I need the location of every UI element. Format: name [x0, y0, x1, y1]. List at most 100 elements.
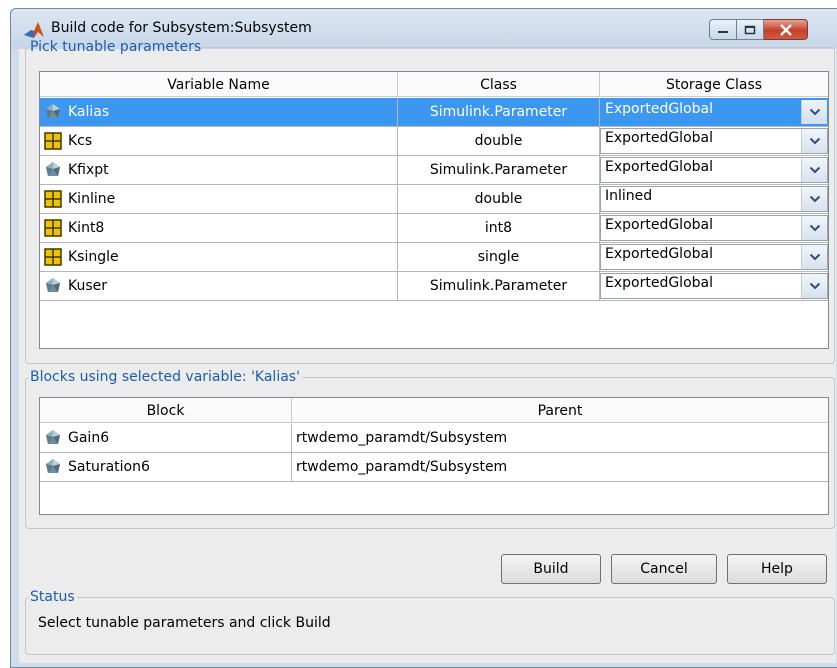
dropdown-arrow-button[interactable] [801, 274, 827, 298]
parameter-row[interactable]: Ksingle single ExportedGlobal [40, 243, 828, 272]
simulink-parameter-icon [40, 277, 68, 295]
class-cell: int8 [398, 214, 600, 242]
storage-class-value: Inlined [605, 188, 653, 204]
chevron-down-icon [809, 195, 820, 203]
parameter-row[interactable]: Kfixpt Simulink.Parameter ExportedGlobal [40, 156, 828, 185]
column-parent[interactable]: Parent [292, 398, 828, 423]
variable-name: Kinline [68, 191, 116, 207]
class-cell: Simulink.Parameter [398, 156, 600, 184]
storage-class-dropdown[interactable]: ExportedGlobal [600, 244, 828, 270]
matrix-variable-icon [40, 132, 68, 150]
close-button[interactable] [764, 19, 808, 40]
parameter-row[interactable]: Kalias Simulink.Parameter ExportedGlobal [40, 98, 828, 127]
dialog-content: Pick tunable parameters Variable Name Cl… [19, 39, 836, 663]
column-storage-class[interactable]: Storage Class [600, 72, 828, 97]
minimize-icon [718, 30, 728, 33]
storage-class-value: ExportedGlobal [605, 159, 713, 175]
storage-class-value: ExportedGlobal [605, 101, 713, 117]
storage-class-value: ExportedGlobal [605, 246, 713, 262]
block-name: Saturation6 [68, 459, 150, 475]
block-row[interactable]: Gain6 rtwdemo_paramdt/Subsystem [40, 424, 828, 453]
close-icon [779, 23, 792, 36]
help-button[interactable]: Help [727, 554, 827, 584]
tunable-parameters-legend: Pick tunable parameters [30, 39, 202, 55]
variable-name-cell: Kint8 [40, 214, 398, 242]
blocks-table-header: Block Parent [40, 398, 828, 423]
block-name: Gain6 [68, 430, 110, 446]
parent-cell: rtwdemo_paramdt/Subsystem [296, 430, 508, 446]
blocks-legend: Blocks using selected variable: 'Kalias' [30, 369, 300, 385]
column-class[interactable]: Class [398, 72, 600, 97]
blocks-table: Block Parent Gain6 rtwdemo_paramdt/Subsys… [39, 397, 829, 515]
variable-name: Kfixpt [68, 162, 109, 178]
simulink-parameter-icon [40, 103, 68, 121]
chevron-down-icon [809, 253, 820, 261]
storage-class-dropdown[interactable]: Inlined [600, 186, 828, 212]
dropdown-arrow-button[interactable] [801, 129, 827, 153]
column-variable-name[interactable]: Variable Name [40, 72, 398, 97]
chevron-down-icon [809, 108, 820, 116]
parameter-row[interactable]: Kcs double ExportedGlobal [40, 127, 828, 156]
status-text: Select tunable parameters and click Buil… [38, 615, 331, 631]
storage-class-dropdown[interactable]: ExportedGlobal [600, 215, 828, 241]
matrix-variable-icon [40, 248, 68, 266]
block-cell: Saturation6 [40, 453, 292, 481]
storage-class-value: ExportedGlobal [605, 130, 713, 146]
storage-class-dropdown[interactable]: ExportedGlobal [600, 99, 828, 125]
matrix-variable-icon [40, 219, 68, 237]
class-cell: Simulink.Parameter [398, 98, 600, 126]
status-group: Status Select tunable parameters and cli… [25, 589, 835, 655]
storage-class-value: ExportedGlobal [605, 275, 713, 291]
variable-name: Kcs [68, 133, 93, 149]
build-button[interactable]: Build [501, 554, 601, 584]
chevron-down-icon [809, 282, 820, 290]
parent-cell: rtwdemo_paramdt/Subsystem [296, 459, 508, 475]
parameters-table-header: Variable Name Class Storage Class [40, 72, 828, 97]
class-cell: double [398, 185, 600, 213]
variable-name: Kuser [68, 278, 108, 294]
simulink-parameter-icon [40, 161, 68, 179]
class-cell: double [398, 127, 600, 155]
dropdown-arrow-button[interactable] [801, 100, 827, 124]
dropdown-arrow-button[interactable] [801, 158, 827, 182]
chevron-down-icon [809, 166, 820, 174]
block-cell: Gain6 [40, 424, 292, 452]
parameter-row[interactable]: Kinline double Inlined [40, 185, 828, 214]
cancel-button[interactable]: Cancel [611, 554, 717, 584]
matrix-variable-icon [40, 190, 68, 208]
dropdown-arrow-button[interactable] [801, 187, 827, 211]
status-legend: Status [30, 589, 75, 605]
parameter-row[interactable]: Kuser Simulink.Parameter ExportedGlobal [40, 272, 828, 301]
simulink-block-icon [40, 429, 68, 447]
window-title: Build code for Subsystem:Subsystem [51, 20, 312, 36]
class-cell: single [398, 243, 600, 271]
maximize-button[interactable] [737, 19, 764, 40]
matlab-logo-icon [24, 22, 44, 38]
chevron-down-icon [809, 224, 820, 232]
variable-name-cell: Kalias [40, 98, 398, 126]
window-controls [709, 19, 808, 40]
storage-class-value: ExportedGlobal [605, 217, 713, 233]
storage-class-dropdown[interactable]: ExportedGlobal [600, 273, 828, 299]
chevron-down-icon [809, 137, 820, 145]
block-row[interactable]: Saturation6 rtwdemo_paramdt/Subsystem [40, 453, 828, 482]
storage-class-dropdown[interactable]: ExportedGlobal [600, 128, 828, 154]
class-cell: Simulink.Parameter [398, 272, 600, 300]
storage-class-dropdown[interactable]: ExportedGlobal [600, 157, 828, 183]
variable-name-cell: Kinline [40, 185, 398, 213]
column-block[interactable]: Block [40, 398, 292, 423]
dialog-window: Build code for Subsystem:Subsystem Pick … [10, 8, 837, 668]
variable-name: Ksingle [68, 249, 119, 265]
maximize-icon [744, 25, 756, 34]
simulink-block-icon [40, 458, 68, 476]
dropdown-arrow-button[interactable] [801, 216, 827, 240]
variable-name: Kalias [68, 104, 110, 120]
variable-name-cell: Kcs [40, 127, 398, 155]
variable-name-cell: Ksingle [40, 243, 398, 271]
parameter-row[interactable]: Kint8 int8 ExportedGlobal [40, 214, 828, 243]
parameters-table: Variable Name Class Storage Class Kalias… [39, 71, 829, 349]
minimize-button[interactable] [709, 19, 737, 40]
variable-name-cell: Kfixpt [40, 156, 398, 184]
variable-name-cell: Kuser [40, 272, 398, 300]
dropdown-arrow-button[interactable] [801, 245, 827, 269]
